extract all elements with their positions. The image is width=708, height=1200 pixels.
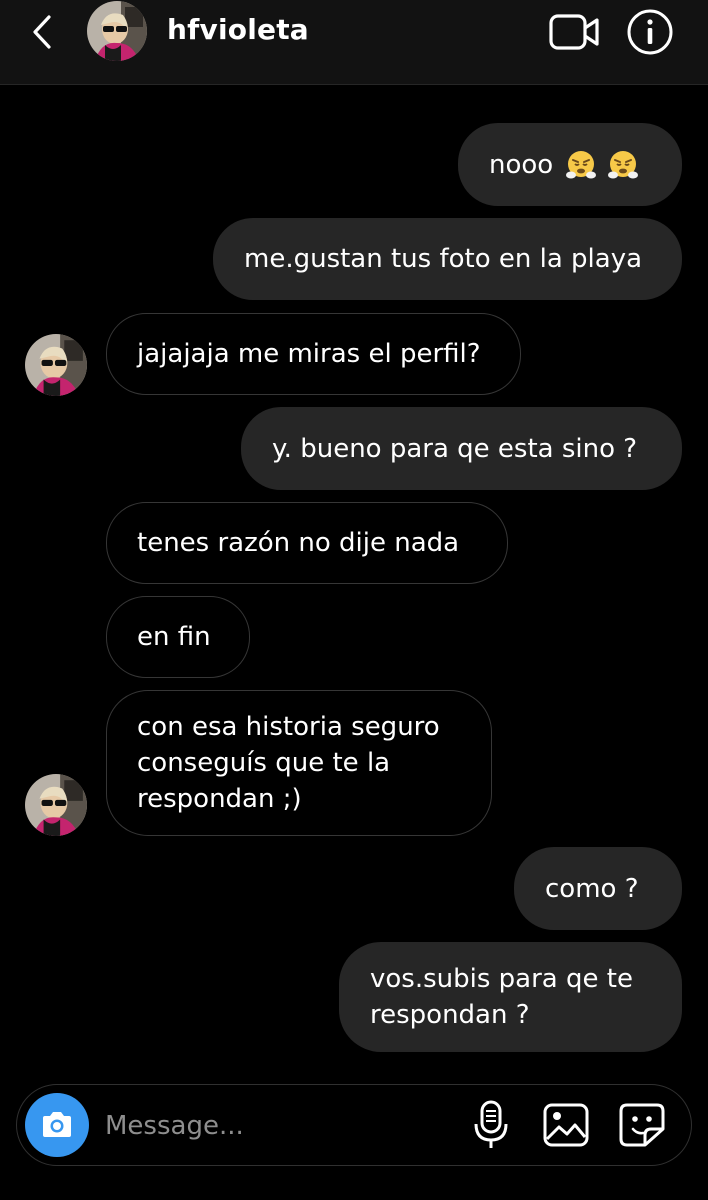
message-text: tenes razón no dije nada bbox=[137, 528, 460, 558]
sticker-icon bbox=[619, 1103, 665, 1147]
info-icon bbox=[627, 9, 673, 55]
info-button[interactable] bbox=[626, 8, 674, 56]
received-message[interactable]: con esa historia seguro conseguís que te… bbox=[106, 690, 492, 836]
received-message[interactable]: en fin bbox=[106, 596, 250, 678]
gallery-button[interactable] bbox=[541, 1101, 591, 1149]
face-with-steam-from-nose-icon bbox=[608, 150, 639, 178]
back-button[interactable] bbox=[22, 10, 62, 54]
message-composer bbox=[16, 1084, 692, 1166]
gallery-icon bbox=[543, 1103, 589, 1147]
avatar[interactable] bbox=[87, 1, 147, 61]
video-call-button[interactable] bbox=[548, 12, 602, 52]
received-message[interactable]: jajajaja me miras el perfil? bbox=[106, 313, 521, 395]
message-text: nooo bbox=[489, 149, 554, 180]
camera-button[interactable] bbox=[25, 1093, 89, 1157]
message-text: como ? bbox=[545, 873, 639, 904]
message-text: vos.subis para qe te respondan ? bbox=[370, 964, 633, 1030]
message-text: y. bueno para qe esta sino ? bbox=[272, 433, 638, 464]
avatar[interactable] bbox=[25, 334, 87, 396]
sent-message[interactable]: vos.subis para qe te respondan ? bbox=[339, 942, 682, 1052]
chevron-left-icon bbox=[33, 15, 51, 49]
sent-message[interactable]: como ? bbox=[514, 847, 682, 930]
sent-message[interactable]: y. bueno para qe esta sino ? bbox=[241, 407, 682, 490]
microphone-icon bbox=[474, 1100, 508, 1148]
video-camera-icon bbox=[549, 14, 599, 50]
camera-icon bbox=[43, 1112, 71, 1137]
chat-username[interactable]: hfvioleta bbox=[167, 12, 309, 48]
message-text: en fin bbox=[137, 622, 211, 652]
received-message[interactable]: tenes razón no dije nada bbox=[106, 502, 508, 584]
message-text: jajajaja me miras el perfil? bbox=[137, 339, 481, 369]
message-input[interactable] bbox=[103, 1101, 447, 1151]
message-text: con esa historia seguro conseguís que te… bbox=[137, 712, 440, 814]
message-text: me.gustan tus foto en la playa bbox=[244, 244, 643, 274]
face-with-steam-from-nose-icon bbox=[566, 150, 597, 178]
chat-header: hfvioleta bbox=[0, 0, 708, 85]
sticker-button[interactable] bbox=[617, 1101, 667, 1149]
avatar[interactable] bbox=[25, 774, 87, 836]
sent-message[interactable]: nooo bbox=[458, 123, 682, 206]
voice-message-button[interactable] bbox=[471, 1099, 511, 1151]
sent-message[interactable]: me.gustan tus foto en la playa bbox=[213, 218, 682, 300]
